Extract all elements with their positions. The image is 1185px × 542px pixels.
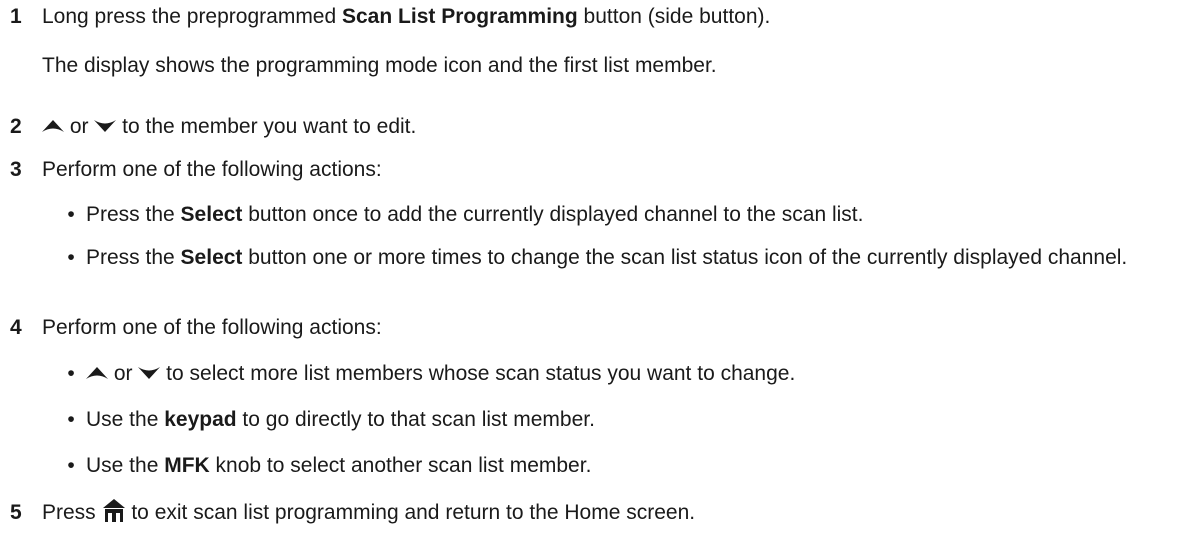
bullet-item: • or to select more list members whose s… (64, 361, 1177, 387)
up-arrow-icon (42, 119, 64, 132)
step-number: 2 (10, 115, 22, 138)
bullet-text-post: knob to select another scan list member. (209, 454, 592, 477)
scan-list-programming-label: Scan List Programming (342, 5, 578, 28)
bullet-text-post: button one or more times to change the s… (242, 246, 1128, 269)
step-note: The display shows the programming mode i… (42, 54, 717, 77)
bullet-item: • Use the keypad to go directly to that … (64, 407, 1177, 433)
step-text: or to the member you want to edit. (42, 114, 1177, 140)
step-text-post: button (side button). (577, 5, 771, 28)
bullet-text-post: button once to add the currently display… (242, 203, 864, 226)
step-text-post: to the member you want to edit. (116, 115, 417, 138)
bullet-glyph: • (67, 362, 75, 385)
step-text-pre: Press (42, 501, 102, 524)
step-text: Perform one of the following actions: (42, 158, 382, 181)
step-text: Long press the preprogrammed Scan List P… (42, 4, 1177, 30)
step-number: 3 (10, 158, 22, 181)
bullet-glyph: • (67, 408, 75, 431)
home-icon (102, 499, 125, 523)
bullet-glyph: • (67, 454, 75, 477)
step-text: Perform one of the following actions: (42, 316, 382, 339)
step-number: 4 (10, 316, 22, 339)
step-text: Press to exit scan list programming and … (42, 499, 1177, 526)
bullet-item: • Press the Select button once to add th… (64, 202, 1177, 228)
mfk-label: MFK (164, 454, 210, 477)
bullet-item: • Press the Select button one or more ti… (64, 245, 1177, 271)
step-number: 5 (10, 501, 22, 524)
keypad-label: keypad (164, 408, 237, 431)
up-arrow-icon (86, 366, 108, 379)
bullet-text-pre: Press the (86, 203, 181, 226)
or-text: or (108, 362, 139, 385)
step-text-pre: Long press the preprogrammed (42, 5, 342, 28)
step-number: 1 (10, 5, 22, 28)
bullet-text-pre: Press the (86, 246, 181, 269)
bullet-text-post: to go directly to that scan list member. (236, 408, 595, 431)
bullet-item: • Use the MFK knob to select another sca… (64, 453, 1177, 479)
select-button-label: Select (180, 246, 243, 269)
select-button-label: Select (180, 203, 243, 226)
down-arrow-icon (94, 119, 117, 132)
or-text: or (64, 115, 95, 138)
bullet-text-pre: Use the (86, 408, 165, 431)
bullet-glyph: • (67, 246, 75, 269)
down-arrow-icon (138, 366, 161, 379)
step-text-post: to exit scan list programming and return… (125, 501, 696, 524)
bullet-text-pre: Use the (86, 454, 165, 477)
bullet-text-post: to select more list members whose scan s… (160, 362, 796, 385)
bullet-glyph: • (67, 203, 75, 226)
